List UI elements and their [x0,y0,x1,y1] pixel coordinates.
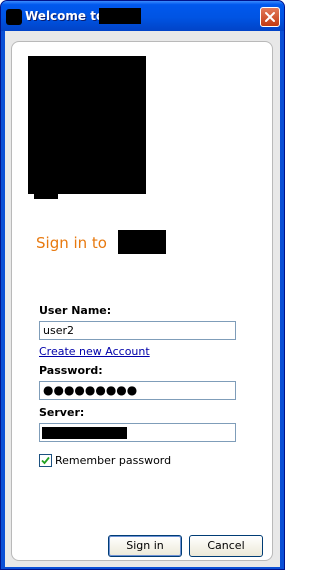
password-label: Password: [39,364,103,377]
redacted-app-name [99,8,141,24]
redacted-logo [28,56,146,194]
window-client-area: Sign in to User Name: user2 Create new A… [5,31,280,567]
login-window: Welcome to Sign in to User Name: user2 C… [0,0,285,570]
redacted-logo-fragment [34,187,58,199]
username-label: User Name: [39,304,112,317]
redacted-server-value [42,427,127,439]
server-label: Server: [39,406,85,419]
server-input[interactable] [39,423,236,442]
login-panel: Sign in to User Name: user2 Create new A… [11,41,273,561]
password-input[interactable]: ●●●●●●●●● [39,381,236,400]
cancel-button[interactable]: Cancel [189,535,263,557]
checkmark-icon [41,456,50,465]
window-title: Welcome to [25,9,105,23]
remember-password-label[interactable]: Remember password [55,454,171,467]
sign-in-heading: Sign in to [36,234,107,252]
app-icon [6,9,22,25]
redacted-heading-name [118,230,166,254]
title-bar[interactable]: Welcome to [1,1,284,31]
remember-password-checkbox[interactable] [39,454,52,467]
sign-in-button[interactable]: Sign in [108,535,182,557]
close-button[interactable] [260,7,280,27]
close-icon [265,12,275,22]
username-input[interactable]: user2 [39,321,236,340]
create-account-link[interactable]: Create new Account [39,345,150,358]
